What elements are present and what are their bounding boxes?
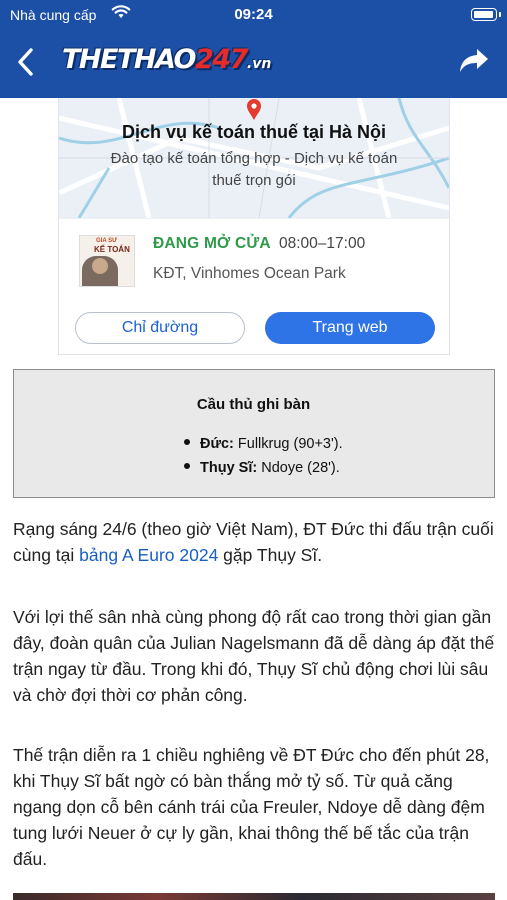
bullet-icon (184, 439, 190, 446)
site-logo[interactable]: THETHAO247.vn (62, 44, 271, 80)
logo-tld: .vn (246, 56, 272, 72)
thumb-label-2: KẾ TOÁN (94, 245, 130, 254)
share-button[interactable] (457, 46, 491, 76)
ad-thumbnail: GIA SƯ KẾ TOÁN (79, 235, 135, 287)
scorers-heading: Cầu thủ ghi bàn (196, 396, 311, 413)
battery-icon (471, 8, 501, 21)
app-header: Nhà cung cấp 09:24 THETHAO247.vn (0, 0, 507, 98)
scorer-detail: Ndoye (28'). (257, 460, 340, 476)
team-name: Thụy Sĩ: (200, 460, 258, 476)
clock: 09:24 (234, 6, 273, 23)
directions-button[interactable]: Chỉ đường (75, 312, 245, 344)
thumb-label-1: GIA SƯ (96, 238, 118, 244)
ad-business-info: GIA SƯ KẾ TOÁN ĐANG MỞ CỬA 08:00–17:00 K… (59, 218, 449, 298)
ad-title: Dịch vụ kế toán thuế tại Hà Nội (121, 122, 387, 142)
logo-text: THETHAO (62, 44, 197, 75)
open-status: ĐANG MỞ CỬA (153, 235, 271, 252)
thumb-photo-face (92, 258, 108, 274)
list-item: Thụy Sĩ: Ndoye (28'). (184, 456, 343, 480)
opening-hours: 08:00–17:00 (279, 235, 366, 252)
article-paragraph-2: Với lợi thế sân nhà cùng phong độ rất ca… (13, 607, 495, 705)
ad-map-background: Dịch vụ kế toán thuế tại Hà Nội Đào tạo … (59, 98, 449, 218)
website-button[interactable]: Trang web (265, 312, 435, 344)
business-address: KĐT, Vinhomes Ocean Park (153, 265, 346, 282)
chevron-left-icon (18, 48, 33, 76)
scorers-list: Đức: Fullkrug (90+3'). Thụy Sĩ: Ndoye (2… (184, 432, 343, 480)
article-paragraph-1: Rạng sáng 24/6 (theo giờ Việt Nam), ĐT Đ… (13, 516, 495, 568)
ad-subtitle: Đào tạo kế toán tổng hợp - Dịch vụ kế to… (110, 150, 398, 189)
bullet-icon (184, 463, 190, 470)
back-button[interactable] (12, 44, 42, 80)
ad-card[interactable]: Dịch vụ kế toán thuế tại Hà Nội Đào tạo … (58, 98, 450, 355)
p1-text-end: gặp Thụy Sĩ. (218, 545, 323, 565)
article-paragraph-3: Thế trận diễn ra 1 chiều nghiêng về ĐT Đ… (13, 745, 490, 869)
scorer-detail: Fullkrug (90+3'). (233, 436, 343, 452)
team-name: Đức: (200, 436, 234, 452)
logo-number: 247 (195, 44, 248, 75)
goal-scorers-box: Cầu thủ ghi bàn Đức: Fullkrug (90+3'). T… (13, 369, 495, 498)
article-image (13, 893, 495, 900)
status-bar: Nhà cung cấp 09:24 (0, 0, 507, 30)
euro-group-a-link[interactable]: bảng A Euro 2024 (79, 545, 218, 565)
list-item: Đức: Fullkrug (90+3'). (184, 432, 343, 456)
map-pin-icon (247, 99, 261, 120)
share-icon (460, 49, 488, 72)
